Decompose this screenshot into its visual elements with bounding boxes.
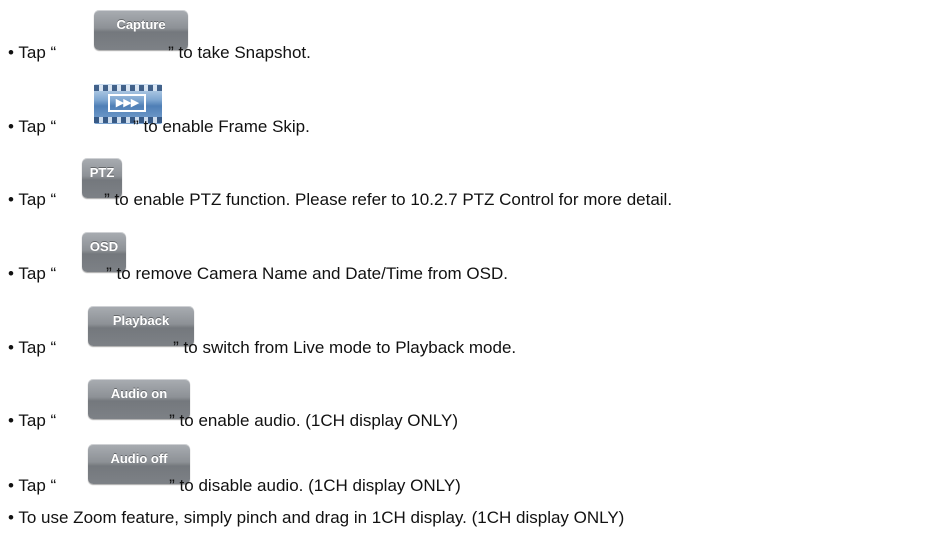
item-prefix: Tap “ xyxy=(18,411,57,430)
bullet: • xyxy=(8,476,14,495)
bullet: • xyxy=(8,338,14,357)
item-description: ” to enable Frame Skip. xyxy=(133,117,310,136)
list-item: • Tap “ ” to remove Camera Name and Date/… xyxy=(8,264,508,284)
bullet: • xyxy=(8,117,14,136)
item-text: To use Zoom feature, simply pinch and dr… xyxy=(18,508,625,527)
bullet: • xyxy=(8,264,14,283)
item-description: ” to enable audio. (1CH display ONLY) xyxy=(169,411,458,430)
bullet: • xyxy=(8,190,14,209)
item-description: ” to switch from Live mode to Playback m… xyxy=(173,338,517,357)
list-item: • To use Zoom feature, simply pinch and … xyxy=(8,508,624,528)
item-prefix: Tap “ xyxy=(18,476,57,495)
item-description: ” to enable PTZ function. Please refer t… xyxy=(104,190,673,209)
item-description: ” to remove Camera Name and Date/Time fr… xyxy=(106,264,508,283)
list-item: • Tap “ ” to disable audio. (1CH display … xyxy=(8,476,461,496)
list-item: • Tap “ ” to enable audio. (1CH display O… xyxy=(8,411,458,431)
bullet: • xyxy=(8,508,14,527)
film-strip-top xyxy=(94,85,162,91)
item-prefix: Tap “ xyxy=(18,190,57,209)
item-prefix: Tap “ xyxy=(18,117,57,136)
item-description: ” to disable audio. (1CH display ONLY) xyxy=(169,476,461,495)
list-item: • Tap “ ” to enable Frame Skip. xyxy=(8,117,310,137)
item-prefix: Tap “ xyxy=(18,43,57,62)
list-item: • Tap “ ” to take Snapshot. xyxy=(8,43,311,63)
list-item: • Tap “ ” to switch from Live mode to Pla… xyxy=(8,338,516,358)
list-item: • Tap “ ” to enable PTZ function. Please … xyxy=(8,190,672,210)
item-prefix: Tap “ xyxy=(18,338,57,357)
item-description: ” to take Snapshot. xyxy=(168,43,311,62)
fast-forward-icon: ▶▶▶ xyxy=(108,94,146,112)
bullet: • xyxy=(8,411,14,430)
item-prefix: Tap “ xyxy=(18,264,57,283)
bullet: • xyxy=(8,43,14,62)
